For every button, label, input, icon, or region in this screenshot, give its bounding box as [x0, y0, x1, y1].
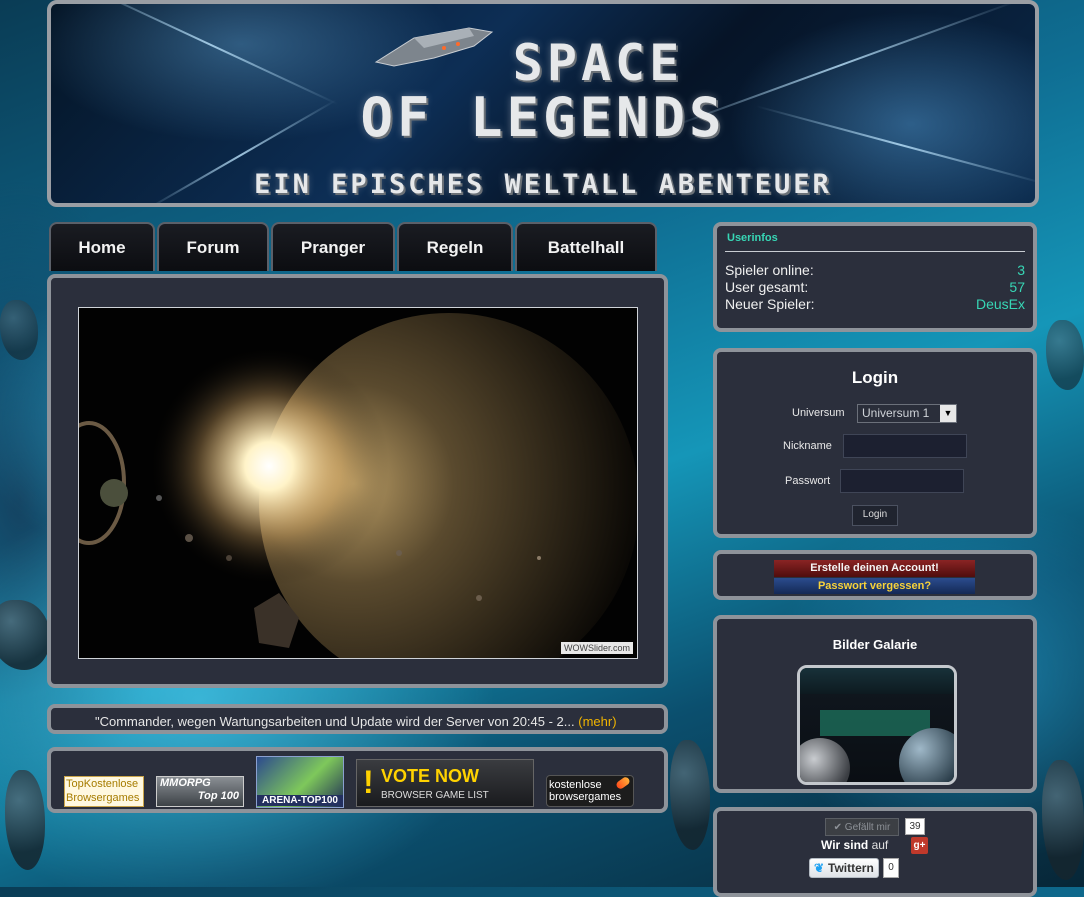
twitter-bird-icon: ❦	[814, 861, 825, 875]
arena-top100-ad[interactable]: ARENA-TOP100	[256, 756, 344, 808]
kostenlose-browsergames-ad[interactable]: kostenlose browsergames	[546, 775, 634, 807]
wir-sind-label: Wir sind	[821, 838, 869, 852]
userinfo-row: User gesamt: 57	[725, 279, 1025, 295]
gallery-panel: Bilder Galarie	[713, 615, 1037, 793]
newest-player-link[interactable]: DeusEx	[976, 296, 1025, 312]
auf-label: auf	[871, 838, 889, 852]
ad-text: Browsergames	[66, 792, 140, 804]
nav-tab-regeln[interactable]: Regeln	[397, 222, 513, 271]
nav-tab-label: Pranger	[300, 237, 366, 257]
facebook-like-count: 39	[905, 818, 925, 835]
google-plus-icon[interactable]: g+	[911, 837, 928, 854]
userinfo-title: Userinfos	[727, 232, 778, 244]
divider	[725, 251, 1025, 252]
userinfo-row: Neuer Spieler: DeusEx	[725, 296, 1025, 312]
nav-tab-battelhall[interactable]: Battelhall	[515, 222, 657, 271]
facebook-like-button[interactable]: ✔ Gefällt mir	[825, 818, 899, 836]
forgot-password-button[interactable]: Passwort vergessen?	[774, 578, 975, 594]
mmorpg-top100-ad[interactable]: MMORPG Top 100	[156, 776, 244, 807]
checkmark-icon: ✔	[833, 822, 843, 833]
ad-text: MMORPG	[160, 777, 211, 789]
ad-text: VOTE NOW	[381, 766, 479, 786]
site-title-line2: OF LEGENDS	[360, 86, 726, 149]
asteroid-decoration	[1046, 320, 1084, 390]
header-banner: SPACE OF LEGENDS EIN EPISCHES WELTALL AB…	[47, 0, 1039, 207]
password-label: Passwort	[785, 475, 831, 487]
news-more-link[interactable]: (mehr)	[578, 714, 616, 729]
userinfo-row: Spieler online: 3	[725, 262, 1025, 278]
userinfo-value: 3	[1017, 262, 1025, 278]
nickname-input[interactable]	[843, 434, 967, 458]
planet-image	[79, 308, 637, 658]
twitter-count: 0	[883, 858, 899, 878]
twitter-label: Twittern	[828, 861, 874, 875]
chevron-down-icon: ▼	[940, 405, 956, 422]
login-button[interactable]: Login	[852, 505, 898, 526]
gallery-thumbnail[interactable]	[797, 665, 957, 785]
news-ticker: "Commander, wegen Wartungsarbeiten und U…	[47, 704, 668, 734]
nav-tab-label: Battelhall	[547, 237, 625, 257]
universe-selected-value: Universum 1	[862, 406, 930, 420]
news-text: "Commander, wegen Wartungsarbeiten und U…	[95, 714, 575, 729]
universe-label: Universum	[792, 407, 845, 419]
userinfo-label: Spieler online:	[725, 262, 814, 278]
ad-text: ARENA-TOP100	[257, 795, 343, 806]
vote-now-ad[interactable]: ! VOTE NOW BROWSER GAME LIST	[356, 759, 534, 807]
social-text: Wir sind auf	[821, 838, 888, 852]
twitter-button[interactable]: ❦ Twittern	[809, 858, 879, 878]
login-panel: Login Universum Universum 1 ▼ Nickname P…	[713, 348, 1037, 538]
asteroid-decoration	[670, 740, 710, 850]
password-input[interactable]	[840, 469, 964, 493]
topkostenlose-ad[interactable]: TopKostenlose Browsergames	[64, 776, 144, 807]
ad-text: BROWSER GAME LIST	[381, 790, 489, 801]
universe-select[interactable]: Universum 1 ▼	[857, 404, 957, 423]
userinfo-label: Neuer Spieler:	[725, 296, 815, 312]
exclamation-icon: !	[363, 764, 374, 800]
nav-tab-pranger[interactable]: Pranger	[271, 222, 395, 271]
userinfo-label: User gesamt:	[725, 279, 809, 295]
ad-text: Top 100	[197, 790, 239, 802]
login-title: Login	[851, 368, 899, 387]
asteroid-decoration	[0, 600, 50, 670]
nav-tab-label: Forum	[186, 237, 240, 257]
asteroid-decoration	[0, 300, 38, 360]
asteroid-decoration	[5, 770, 45, 870]
site-tagline: EIN EPISCHES WELTALL ABENTEUER	[254, 169, 832, 200]
facebook-like-label: Gefällt mir	[844, 822, 891, 833]
nav-tab-home[interactable]: Home	[49, 222, 155, 271]
nickname-label: Nickname	[783, 440, 832, 452]
slider-watermark: WOWSlider.com	[560, 642, 633, 654]
nav-tab-label: Regeln	[426, 237, 484, 257]
nav-tab-forum[interactable]: Forum	[157, 222, 269, 271]
site-title-line1: SPACE	[512, 34, 684, 92]
userinfo-value: 57	[1009, 279, 1025, 295]
nav-tab-label: Home	[78, 237, 126, 257]
asteroid-decoration	[1042, 760, 1084, 880]
ad-text: browsergames	[549, 791, 622, 803]
create-account-button[interactable]: Erstelle deinen Account!	[774, 560, 975, 577]
ad-text: TopKostenlose	[66, 778, 139, 790]
gallery-title: Bilder Galarie	[832, 637, 918, 652]
image-slider[interactable]: WOWSlider.com	[78, 307, 638, 659]
userinfo-panel: Userinfos Spieler online: 3 User gesamt:…	[713, 222, 1037, 332]
